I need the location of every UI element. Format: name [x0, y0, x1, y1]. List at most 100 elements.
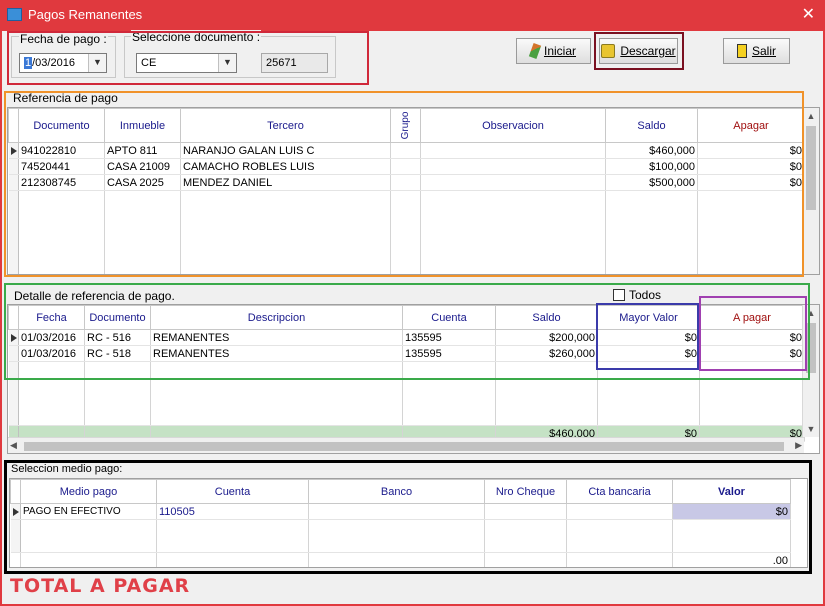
table-row[interactable]: 01/03/2016 RC - 516 REMANENTES 135595 $2…	[8, 329, 805, 346]
cell[interactable]: $100,000	[605, 158, 698, 175]
col-valor[interactable]: Valor	[672, 479, 791, 504]
row-selector[interactable]	[8, 158, 19, 175]
scroll-right-icon[interactable]: ▶	[795, 440, 802, 451]
todos-checkbox[interactable]	[613, 289, 625, 301]
col-saldo[interactable]: Saldo	[495, 305, 598, 330]
cell[interactable]: REMANENTES	[150, 345, 403, 362]
referencia-vscroll[interactable]: ▲	[802, 108, 819, 274]
cell[interactable]: APTO 811	[104, 142, 181, 159]
col-medio-pago[interactable]: Medio pago	[20, 479, 157, 504]
table-row[interactable]: 74520441 CASA 21009 CAMACHO ROBLES LUIS …	[8, 158, 805, 175]
cell[interactable]: $0	[597, 329, 700, 346]
fecha-rest: /03/2016	[32, 57, 75, 69]
table-row[interactable]: 212308745 CASA 2025 MENDEZ DANIEL $500,0…	[8, 174, 805, 191]
col-nro-cheque[interactable]: Nro Cheque	[484, 479, 567, 504]
cell[interactable]: 941022810	[18, 142, 105, 159]
scroll-up-icon[interactable]: ▲	[803, 305, 819, 321]
cell[interactable]	[420, 142, 606, 159]
col-observacion[interactable]: Observacion	[420, 108, 606, 143]
col-cuenta[interactable]: Cuenta	[156, 479, 309, 504]
cell[interactable]: $0	[672, 503, 791, 520]
close-icon[interactable]: ✕	[802, 4, 815, 24]
documento-value: CE	[141, 57, 157, 69]
cell[interactable]: CASA 21009	[104, 158, 181, 175]
col-cta-bancaria[interactable]: Cta bancaria	[566, 479, 673, 504]
cell[interactable]: $0	[697, 142, 805, 159]
cell[interactable]: CAMACHO ROBLES LUIS	[180, 158, 391, 175]
col-banco[interactable]: Banco	[308, 479, 485, 504]
scroll-thumb[interactable]	[24, 442, 784, 451]
col-descripcion[interactable]: Descripcion	[150, 305, 403, 330]
col-fecha[interactable]: Fecha	[18, 305, 85, 330]
documento-select[interactable]: CE ▼	[136, 53, 237, 73]
table-row[interactable]: PAGO EN EFECTIVO 110505 $0	[10, 503, 791, 520]
fecha-picker[interactable]: 1/03/2016 ▼	[19, 53, 107, 73]
cell[interactable]	[566, 503, 673, 520]
col-grupo[interactable]: Grupo	[390, 108, 421, 143]
cell[interactable]: $0	[597, 345, 700, 362]
row-selector[interactable]	[10, 503, 21, 520]
cell[interactable]: PAGO EN EFECTIVO	[20, 503, 157, 520]
cell[interactable]: NARANJO GALAN LUIS C	[180, 142, 391, 159]
col-a-pagar[interactable]: A pagar	[699, 305, 805, 330]
chevron-down-icon[interactable]: ▼	[88, 54, 106, 72]
cell[interactable]: 74520441	[18, 158, 105, 175]
cell[interactable]: 01/03/2016	[18, 329, 85, 346]
scroll-up-icon[interactable]: ▲	[803, 108, 819, 124]
cell[interactable]: $460,000	[605, 142, 698, 159]
col-mayor-valor[interactable]: Mayor Valor	[597, 305, 700, 330]
detalle-table: Fecha Documento Descripcion Cuenta Saldo…	[8, 305, 805, 442]
documento-label: Seleccione documento :	[131, 30, 262, 44]
cell[interactable]: 135595	[402, 329, 496, 346]
cell[interactable]	[390, 158, 421, 175]
cell[interactable]	[420, 174, 606, 191]
row-selector[interactable]	[8, 174, 19, 191]
cell[interactable]: $500,000	[605, 174, 698, 191]
cell[interactable]: RC - 518	[84, 345, 151, 362]
cell[interactable]	[308, 503, 485, 520]
col-documento[interactable]: Documento	[84, 305, 151, 330]
row-selector[interactable]	[8, 329, 19, 346]
scroll-down-icon[interactable]: ▼	[803, 421, 819, 437]
cell[interactable]: $200,000	[495, 329, 598, 346]
row-selector[interactable]	[8, 345, 19, 362]
scroll-thumb[interactable]	[806, 126, 816, 210]
col-cuenta[interactable]: Cuenta	[402, 305, 496, 330]
cell[interactable]	[420, 158, 606, 175]
cell[interactable]: $0	[699, 329, 805, 346]
descargar-button[interactable]: Descargar	[599, 38, 678, 64]
title-bar: Pagos Remanentes ✕	[0, 0, 825, 31]
cell[interactable]: 110505	[156, 503, 309, 520]
col-inmueble[interactable]: Inmueble	[104, 108, 181, 143]
cell[interactable]	[390, 174, 421, 191]
cell[interactable]: REMANENTES	[150, 329, 403, 346]
detalle-vscroll[interactable]: ▲ ▼	[802, 305, 819, 437]
cell[interactable]: $0	[699, 345, 805, 362]
cell[interactable]: 135595	[402, 345, 496, 362]
cell[interactable]: $0	[697, 158, 805, 175]
cell[interactable]: CASA 2025	[104, 174, 181, 191]
table-row[interactable]: 941022810 APTO 811 NARANJO GALAN LUIS C …	[8, 142, 805, 159]
col-documento[interactable]: Documento	[18, 108, 105, 143]
col-saldo[interactable]: Saldo	[605, 108, 698, 143]
cell[interactable]	[484, 503, 567, 520]
scroll-thumb[interactable]	[806, 323, 816, 373]
cell[interactable]: 212308745	[18, 174, 105, 191]
cell[interactable]	[390, 142, 421, 159]
cell[interactable]: 01/03/2016	[18, 345, 85, 362]
salir-button[interactable]: Salir	[723, 38, 790, 64]
detalle-hscroll[interactable]: ◀ ▶	[8, 437, 804, 453]
broom-icon	[528, 43, 542, 59]
app-icon	[7, 8, 22, 21]
table-row[interactable]: 01/03/2016 RC - 518 REMANENTES 135595 $2…	[8, 345, 805, 362]
col-apagar[interactable]: Apagar	[697, 108, 805, 143]
col-tercero[interactable]: Tercero	[180, 108, 391, 143]
cell[interactable]: MENDEZ DANIEL	[180, 174, 391, 191]
cell[interactable]: $0	[697, 174, 805, 191]
row-selector[interactable]	[8, 142, 19, 159]
cell[interactable]: RC - 516	[84, 329, 151, 346]
cell[interactable]: $260,000	[495, 345, 598, 362]
iniciar-button[interactable]: Iniciar	[516, 38, 591, 64]
chevron-down-icon[interactable]: ▼	[218, 54, 236, 72]
scroll-left-icon[interactable]: ◀	[10, 440, 17, 451]
